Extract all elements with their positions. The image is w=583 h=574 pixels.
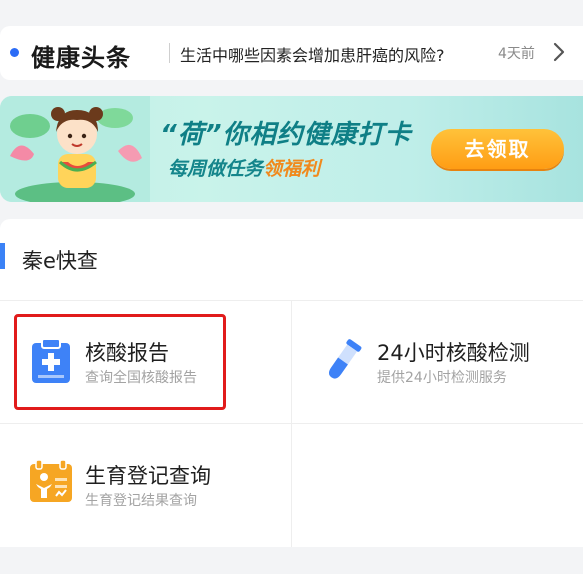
chevron-right-icon[interactable] bbox=[551, 40, 567, 64]
highlight-box bbox=[14, 314, 226, 410]
bullet-dot-icon bbox=[10, 48, 19, 57]
claim-button[interactable]: 去领取 bbox=[431, 129, 564, 169]
news-headline-link[interactable]: 生活中哪些因素会增加患肝癌的风险? bbox=[180, 42, 445, 66]
divider bbox=[169, 43, 170, 63]
news-timestamp: 4天前 bbox=[498, 46, 535, 62]
tile-subtitle: 提供24小时检测服务 bbox=[377, 370, 507, 386]
health-headlines-title: 健康头条 bbox=[31, 44, 131, 72]
girl-eating-watermelon-illustration bbox=[0, 96, 150, 202]
health-headlines-bar[interactable]: 健康头条 生活中哪些因素会增加患肝癌的风险? 4天前 bbox=[0, 26, 583, 80]
tile-title: 生育登记查询 bbox=[85, 464, 211, 488]
banner-subtitle-highlight: 领福利 bbox=[263, 158, 321, 180]
promo-banner[interactable]: “荷”你相约健康打卡 每周做任务领福利 去领取 bbox=[0, 96, 583, 202]
banner-subtitle: 每周做任务领福利 bbox=[168, 154, 320, 181]
24h-nucleic-test-tile[interactable]: 24小时核酸检测 提供24小时检测服务 bbox=[292, 301, 583, 424]
birth-registration-tile[interactable]: 生育登记查询 生育登记结果查询 bbox=[0, 424, 291, 547]
birth-registration-icon bbox=[30, 460, 72, 502]
banner-subtitle-prefix: 每周做任务 bbox=[168, 158, 264, 180]
test-tube-icon bbox=[328, 339, 362, 379]
section-accent-bar bbox=[0, 243, 5, 269]
tile-subtitle: 生育登记结果查询 bbox=[85, 493, 197, 509]
banner-headline: “荷”你相约健康打卡 bbox=[160, 120, 412, 150]
tile-title: 24小时核酸检测 bbox=[377, 341, 530, 365]
section-title: 秦e快查 bbox=[22, 249, 98, 273]
